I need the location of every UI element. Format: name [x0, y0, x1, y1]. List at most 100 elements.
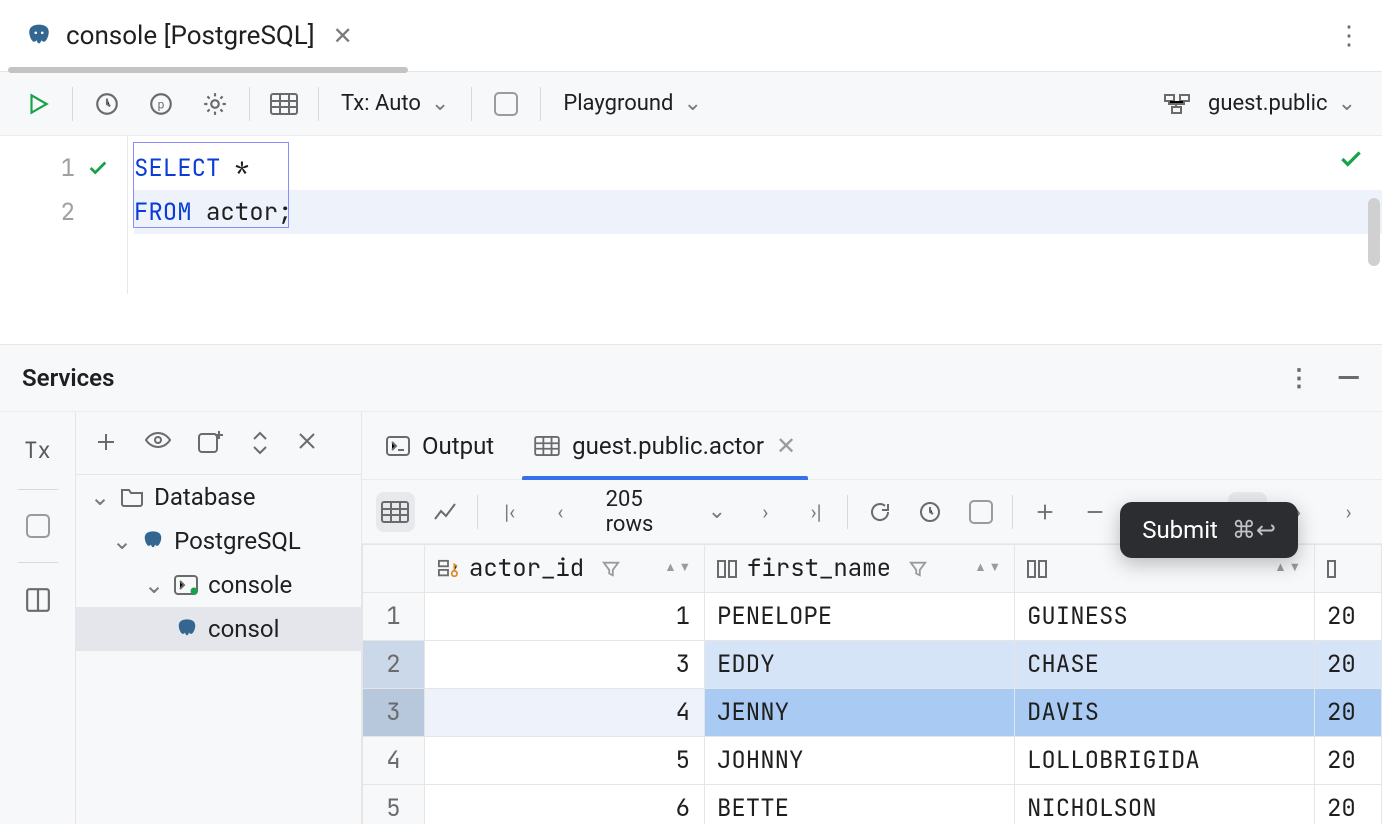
cell-last-name[interactable]: GUINESS — [1015, 593, 1315, 641]
result-tab-label: guest.public.actor — [572, 432, 764, 460]
services-header: Services ⋮ — — [0, 344, 1382, 412]
cell-extra[interactable]: 20 — [1315, 689, 1382, 737]
kebab-icon[interactable]: ⋮ — [1287, 364, 1311, 392]
scrollbar[interactable] — [1368, 198, 1380, 266]
table-row[interactable]: 3 4 JENNY DAVIS 20 — [363, 689, 1382, 737]
tree-node-console[interactable]: ⌄ console — [76, 563, 361, 607]
cell-last-name[interactable]: NICHOLSON — [1015, 785, 1315, 825]
services-body: Tx ⌄ Database ⌄ PostgreSQL ⌄ c — [0, 412, 1382, 824]
sql-editor[interactable]: 1 2 SELECT * FROM actor; — [0, 136, 1382, 294]
chart-view-icon[interactable] — [427, 492, 466, 532]
schema-dropdown[interactable]: guest.public ⌄ — [1200, 87, 1364, 120]
new-console-icon[interactable] — [198, 430, 224, 456]
table-row[interactable]: 5 6 BETTE NICHOLSON 20 — [363, 785, 1382, 825]
tx-mode-dropdown[interactable]: Tx: Auto ⌄ — [333, 87, 457, 120]
terminal-icon — [386, 436, 410, 456]
first-page-icon[interactable]: |‹ — [490, 492, 529, 532]
eye-icon[interactable] — [144, 430, 172, 456]
stop-icon[interactable] — [962, 492, 1001, 532]
column-header-actor-id[interactable]: actor_id ▴▾ — [425, 545, 705, 593]
table-row[interactable]: 2 3 EDDY CHASE 20 — [363, 641, 1382, 689]
cell-first-name[interactable]: JENNY — [705, 689, 1015, 737]
tree-node-postgresql[interactable]: ⌄ PostgreSQL — [76, 519, 361, 563]
tree-node-result[interactable]: consol — [76, 607, 361, 651]
console-icon — [174, 575, 198, 595]
result-tab-output[interactable]: Output — [380, 412, 500, 480]
add-row-icon[interactable] — [1025, 492, 1064, 532]
sort-icon[interactable]: ▴▾ — [663, 553, 692, 584]
cell-extra[interactable]: 20 — [1315, 785, 1382, 825]
expand-icon[interactable] — [250, 430, 270, 456]
cell-last-name[interactable]: LOLLOBRIGIDA — [1015, 737, 1315, 785]
table-row[interactable]: 4 5 JOHNNY LOLLOBRIGIDA 20 — [363, 737, 1382, 785]
grid-view-icon[interactable] — [376, 492, 415, 532]
table-row[interactable]: 1 1 PENELOPE GUINESS 20 — [363, 593, 1382, 641]
editor-code[interactable]: SELECT * FROM actor; — [128, 136, 1382, 294]
code-text: * — [220, 153, 249, 184]
playground-label: Playground — [563, 91, 673, 116]
cell-actor-id[interactable]: 4 — [425, 689, 705, 737]
next-page-icon[interactable]: › — [746, 492, 785, 532]
tree-label: console — [208, 571, 292, 599]
run-icon[interactable] — [18, 84, 58, 124]
column-icon — [1027, 560, 1047, 578]
result-tab-label: Output — [422, 432, 494, 460]
cell-extra[interactable]: 20 — [1315, 737, 1382, 785]
plan-icon[interactable]: p — [141, 84, 181, 124]
cell-first-name[interactable]: JOHNNY — [705, 737, 1015, 785]
add-icon[interactable] — [94, 430, 118, 456]
playground-dropdown[interactable]: Playground ⌄ — [555, 87, 710, 120]
separator — [249, 87, 250, 121]
tooltip-shortcut: ⌘↩ — [1232, 516, 1276, 544]
cell-actor-id[interactable]: 3 — [425, 641, 705, 689]
cell-extra[interactable]: 20 — [1315, 593, 1382, 641]
cell-last-name[interactable]: DAVIS — [1015, 689, 1315, 737]
settings-icon[interactable] — [195, 84, 235, 124]
line-number: 1 — [61, 153, 75, 184]
close-icon[interactable]: ✕ — [776, 432, 796, 460]
cell-actor-id[interactable]: 5 — [425, 737, 705, 785]
sort-icon[interactable]: ▴▾ — [973, 553, 1002, 584]
separator — [477, 495, 478, 529]
stop-icon[interactable] — [486, 84, 526, 124]
cell-first-name[interactable]: BETTE — [705, 785, 1015, 825]
tooltip-label: Submit — [1142, 516, 1218, 544]
cell-actor-id[interactable]: 6 — [425, 785, 705, 825]
minimize-icon[interactable]: — — [1337, 361, 1360, 396]
refresh-icon[interactable] — [860, 492, 899, 532]
cell-actor-id[interactable]: 1 — [425, 593, 705, 641]
cell-first-name[interactable]: EDDY — [705, 641, 1015, 689]
cell-extra[interactable]: 20 — [1315, 641, 1382, 689]
close-all-icon[interactable] — [296, 430, 318, 456]
table-icon[interactable] — [264, 84, 304, 124]
editor-toolbar: p Tx: Auto ⌄ Playground ⌄ guest.public ⌄ — [0, 72, 1382, 136]
grid-toolbar: |‹ ‹ 205 rows ⌄ › ›| › › Submit ⌘↩ — [362, 480, 1382, 544]
kebab-icon[interactable]: ⋮ — [1324, 9, 1374, 63]
column-header-extra[interactable] — [1315, 545, 1382, 593]
last-page-icon[interactable]: ›| — [797, 492, 836, 532]
next-icon[interactable]: › — [1329, 492, 1368, 532]
column-header-first-name[interactable]: first_name ▴▾ — [705, 545, 1015, 593]
separator — [18, 489, 58, 490]
filter-icon[interactable] — [602, 560, 620, 578]
close-icon[interactable]: ✕ — [329, 18, 357, 54]
row-count-dropdown[interactable]: 205 rows ⌄ — [592, 483, 734, 541]
result-tab-table[interactable]: guest.public.actor ✕ — [528, 412, 802, 480]
results-pane: Output guest.public.actor ✕ |‹ ‹ 205 row… — [362, 412, 1382, 824]
folder-icon — [120, 487, 144, 507]
tree-node-database[interactable]: ⌄ Database — [76, 475, 361, 519]
tx-icon[interactable]: Tx — [24, 436, 50, 465]
remove-row-icon[interactable] — [1076, 492, 1115, 532]
editor-tab-title: console [PostgreSQL] — [66, 21, 315, 51]
editor-tab-console[interactable]: console [PostgreSQL] ✕ — [8, 0, 375, 72]
data-grid[interactable]: actor_id ▴▾ first_name ▴▾ — [362, 544, 1382, 824]
stop-icon[interactable] — [26, 514, 50, 538]
cell-first-name[interactable]: PENELOPE — [705, 593, 1015, 641]
history-icon[interactable] — [87, 84, 127, 124]
cell-last-name[interactable]: CHASE — [1015, 641, 1315, 689]
postgres-icon — [26, 23, 52, 49]
layout-icon[interactable] — [25, 587, 51, 613]
filter-icon[interactable] — [909, 560, 927, 578]
history-icon[interactable] — [911, 492, 950, 532]
prev-page-icon[interactable]: ‹ — [541, 492, 580, 532]
